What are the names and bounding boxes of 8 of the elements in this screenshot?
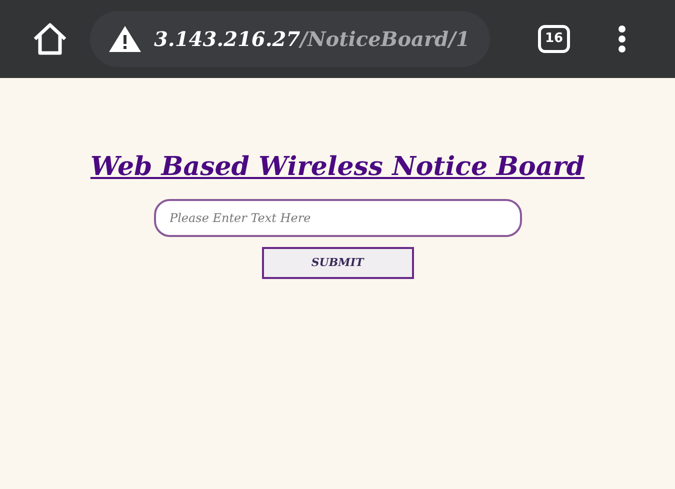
submit-button[interactable]: SUBMIT: [262, 247, 414, 279]
url-text: 3.143.216.27/NoticeBoard/1: [154, 26, 470, 53]
address-bar[interactable]: 3.143.216.27/NoticeBoard/1: [90, 11, 490, 67]
warning-icon: [108, 25, 142, 53]
tab-count-button[interactable]: 16: [538, 25, 570, 53]
page-title: Web Based Wireless Notice Board: [90, 151, 585, 184]
menu-icon[interactable]: [618, 25, 626, 53]
text-input[interactable]: Please Enter Text Here: [154, 199, 522, 237]
